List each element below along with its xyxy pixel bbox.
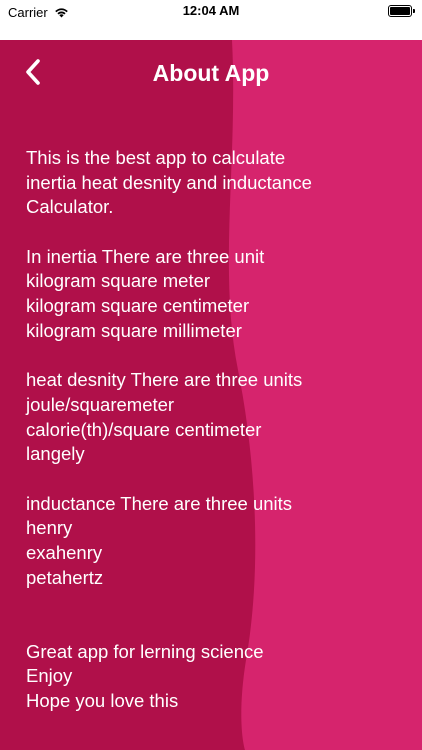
- description-line: kilogram square centimeter: [26, 295, 250, 317]
- description-line: inertia heat desnity and inductance: [26, 171, 312, 193]
- status-time: 12:04 AM: [182, 3, 240, 18]
- description-line: In inertia There are three unit: [26, 245, 265, 267]
- description-line: Enjoy: [26, 665, 73, 687]
- description-line: [26, 615, 396, 640]
- description-line: inductance There are three units: [26, 492, 293, 514]
- description-line: calorie(th)/square centimeter: [26, 418, 262, 440]
- battery-fill: [390, 7, 410, 15]
- description-line: exahenry: [26, 542, 103, 563]
- description-line: Great app for lerning science: [26, 640, 264, 662]
- about-content-area: About App This is the best app to calcul…: [0, 40, 422, 750]
- description-line: [26, 590, 396, 615]
- description-line: kilogram square millimeter: [26, 319, 242, 341]
- description-line: henry: [26, 517, 73, 539]
- battery-icon: [388, 5, 415, 17]
- description-line: [26, 467, 396, 492]
- about-description: This is the best app to calculate inerti…: [26, 146, 396, 714]
- screen: Carrier 12:04 AM About App This is the b…: [0, 0, 422, 750]
- description-line: langely: [26, 443, 85, 465]
- description-line: heat desnity There are three units: [26, 369, 303, 391]
- description-line: [26, 220, 396, 245]
- status-bar: Carrier 12:04 AM: [0, 0, 422, 40]
- description-line: kilogram square meter: [26, 270, 211, 292]
- description-line: petahertz: [26, 566, 104, 588]
- navigation-bar: About App: [0, 52, 422, 92]
- description-line: Calculator.: [26, 196, 114, 218]
- page-title: About App: [152, 60, 270, 86]
- description-line: Hope you love this: [26, 690, 179, 712]
- description-line: [26, 344, 396, 369]
- description-line: joule/squaremeter: [26, 393, 175, 415]
- description-line: This is the best app to calculate: [26, 147, 286, 168]
